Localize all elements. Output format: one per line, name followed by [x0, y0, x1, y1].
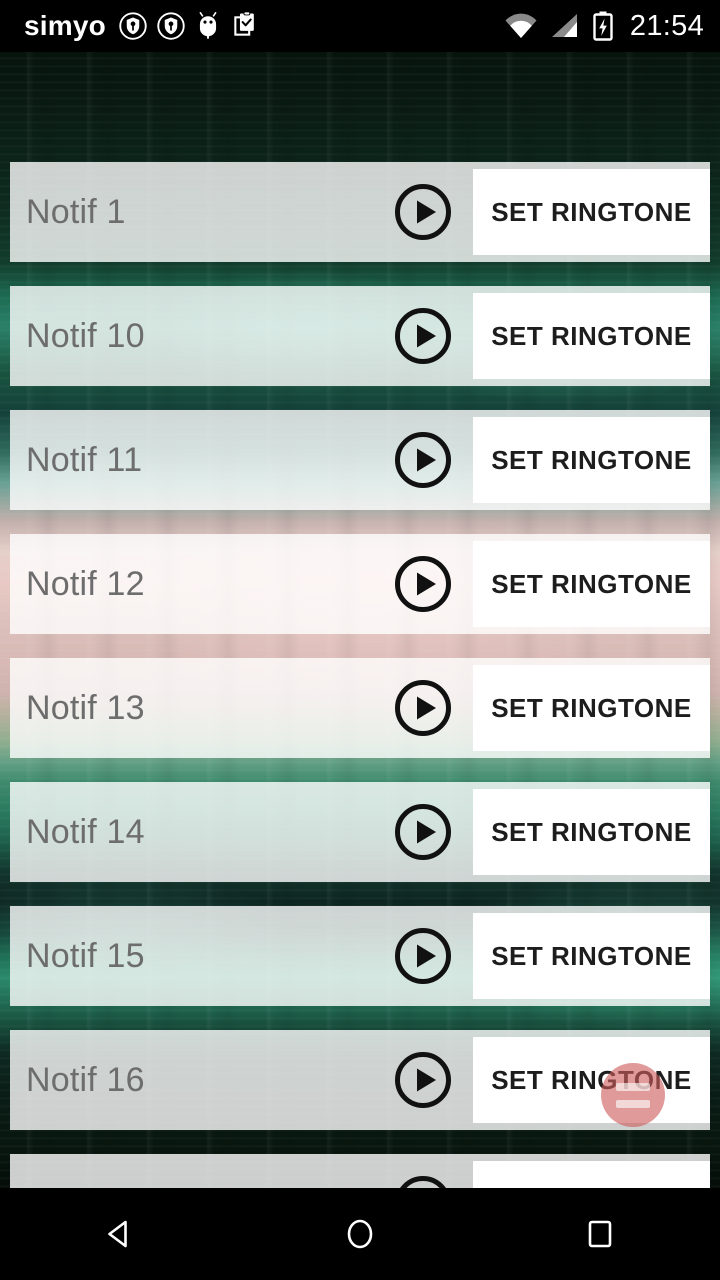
set-ringtone-button[interactable]: SET RINGTONE: [473, 293, 710, 379]
battery-charging-icon: [592, 11, 614, 41]
play-circle-icon: [395, 680, 451, 736]
ringtone-row[interactable]: Notif 13 SET RINGTONE: [10, 658, 710, 758]
back-triangle-icon: [108, 1220, 127, 1248]
play-circle-icon: [400, 1176, 446, 1188]
play-button[interactable]: [373, 286, 473, 386]
play-button[interactable]: [373, 1154, 473, 1188]
ringtone-name-label: Notif 16: [26, 1060, 145, 1099]
hamburger-menu-icon-bar-2: [616, 1099, 650, 1108]
play-button[interactable]: [373, 782, 473, 882]
wifi-icon: [504, 12, 538, 40]
set-ringtone-button[interactable]: SET RINGTONE: [473, 1037, 710, 1123]
ringtone-name-label: Notif 10: [26, 316, 145, 355]
play-circle-icon: [395, 1052, 451, 1108]
set-ringtone-button[interactable]: SET RINGTONE: [473, 169, 710, 255]
ringtone-row[interactable]: SET RINGTONE: [10, 1154, 710, 1188]
ringtone-row[interactable]: Notif 11 SET RINGTONE: [10, 410, 710, 510]
status-bar-right-group: 21:54: [504, 11, 704, 41]
set-ringtone-button[interactable]: SET RINGTONE: [473, 417, 710, 503]
status-bar-left-group: simyo: [24, 11, 266, 41]
menu-fab[interactable]: [601, 1063, 665, 1127]
ringtone-name-label: Notif 1: [26, 192, 126, 231]
android-debug-icon: [194, 11, 222, 41]
play-circle-icon: [395, 308, 451, 364]
android-navigation-bar: [0, 1188, 720, 1280]
phone-screen: simyo 21:54 Notif 1 SET RINGTONE Notif 1…: [0, 0, 720, 1280]
play-circle-icon: [395, 432, 451, 488]
ringtone-name-label: [10, 1154, 373, 1188]
clipboard-check-icon: [230, 11, 258, 41]
cellular-signal-icon: [550, 12, 580, 40]
set-ringtone-button[interactable]: SET RINGTONE: [473, 541, 710, 627]
carrier-label: simyo: [24, 10, 106, 41]
ringtone-row[interactable]: Notif 15 SET RINGTONE: [10, 906, 710, 1006]
ringtone-list[interactable]: Notif 1 SET RINGTONE Notif 10 SET RINGTONE N…: [0, 52, 720, 1188]
play-circle-icon: [395, 804, 451, 860]
play-button[interactable]: [373, 534, 473, 634]
play-button[interactable]: [373, 906, 473, 1006]
play-circle-icon: [395, 556, 451, 612]
hamburger-menu-icon-bar-1: [616, 1082, 650, 1091]
play-button[interactable]: [373, 410, 473, 510]
play-circle-icon: [395, 184, 451, 240]
set-ringtone-button[interactable]: SET RINGTONE: [473, 913, 710, 999]
play-button[interactable]: [373, 658, 473, 758]
ringtone-row[interactable]: Notif 14 SET RINGTONE: [10, 782, 710, 882]
ringtone-name-label: Notif 11: [26, 440, 143, 479]
ringtone-name-label: Notif 14: [26, 812, 145, 851]
nav-recents-button[interactable]: [540, 1188, 660, 1280]
ringtone-row[interactable]: Notif 1 SET RINGTONE: [10, 162, 710, 262]
home-circle-icon: [347, 1219, 373, 1249]
nav-back-button[interactable]: [60, 1188, 180, 1280]
play-button[interactable]: [373, 1030, 473, 1130]
ringtone-row[interactable]: Notif 10 SET RINGTONE: [10, 286, 710, 386]
nav-home-button[interactable]: [300, 1188, 420, 1280]
clock-label: 21:54: [629, 9, 704, 42]
vpn-key-shield-icon-2: [156, 11, 186, 41]
play-button[interactable]: [373, 162, 473, 262]
vpn-key-shield-icon-1: [118, 11, 148, 41]
set-ringtone-button[interactable]: SET RINGTONE: [473, 1161, 710, 1188]
set-ringtone-button[interactable]: SET RINGTONE: [473, 789, 710, 875]
status-bar: simyo 21:54: [0, 0, 720, 52]
recents-square-icon: [588, 1220, 612, 1248]
ringtone-name-label: Notif 15: [26, 936, 145, 975]
ringtone-row[interactable]: Notif 12 SET RINGTONE: [10, 534, 710, 634]
ringtone-name-label: Notif 12: [26, 564, 145, 603]
play-circle-icon: [395, 928, 451, 984]
ringtone-name-label: Notif 13: [26, 688, 145, 727]
set-ringtone-button[interactable]: SET RINGTONE: [473, 665, 710, 751]
